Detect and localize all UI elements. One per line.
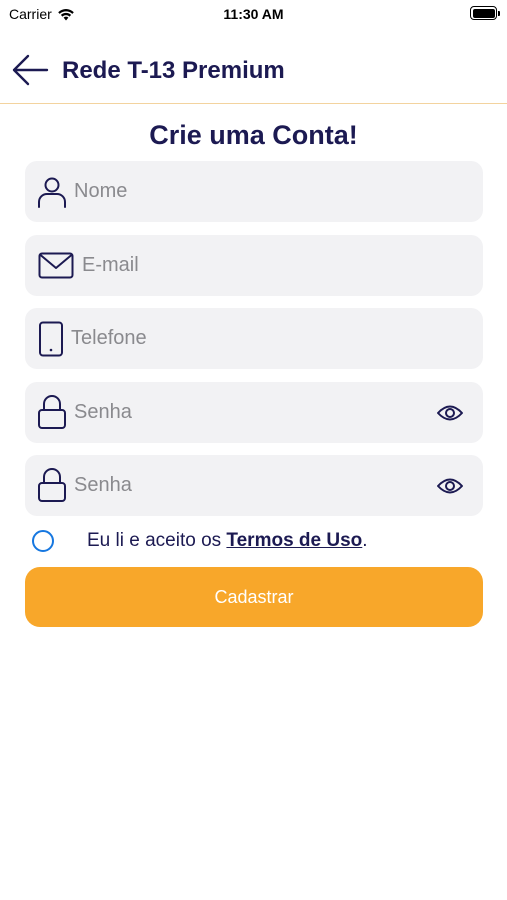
name-input[interactable] bbox=[74, 161, 454, 222]
battery-nub bbox=[498, 10, 500, 16]
terms-row: Eu li e aceito os Termos de Uso. bbox=[32, 527, 368, 555]
lock-icon bbox=[37, 467, 67, 503]
terms-radio[interactable] bbox=[32, 530, 54, 552]
eye-icon[interactable] bbox=[435, 471, 465, 501]
back-button[interactable] bbox=[10, 52, 50, 88]
phone-icon bbox=[38, 321, 64, 357]
header-title: Rede T-13 Premium bbox=[62, 57, 285, 84]
page-title: Crie uma Conta! bbox=[149, 120, 358, 150]
terms-prefix: Eu li e aceito os bbox=[87, 530, 227, 551]
mail-icon bbox=[38, 251, 74, 281]
battery-icon bbox=[470, 6, 500, 20]
back-arrow-icon bbox=[12, 54, 49, 86]
email-input[interactable] bbox=[82, 235, 462, 296]
email-field[interactable] bbox=[25, 235, 483, 296]
phone-field[interactable] bbox=[25, 308, 483, 369]
battery-level bbox=[472, 8, 495, 18]
eye-icon[interactable] bbox=[435, 398, 465, 428]
password-confirm-input[interactable] bbox=[74, 455, 414, 516]
lock-icon bbox=[37, 394, 67, 430]
password-input[interactable] bbox=[74, 382, 414, 443]
status-time: 11:30 AM bbox=[223, 6, 284, 22]
terms-suffix: . bbox=[362, 530, 368, 551]
phone-input[interactable] bbox=[71, 308, 451, 369]
name-field[interactable] bbox=[25, 161, 483, 222]
password-confirm-field[interactable] bbox=[25, 455, 483, 516]
status-bar: Carrier 11:30 AM bbox=[0, 0, 507, 28]
password-field[interactable] bbox=[25, 382, 483, 443]
register-button[interactable]: Cadastrar bbox=[25, 567, 483, 627]
user-icon bbox=[37, 176, 67, 208]
navigation-header: Rede T-13 Premium bbox=[0, 38, 507, 104]
terms-link[interactable]: Termos de Uso bbox=[226, 530, 362, 551]
terms-text: Eu li e aceito os Termos de Uso. bbox=[87, 530, 368, 552]
